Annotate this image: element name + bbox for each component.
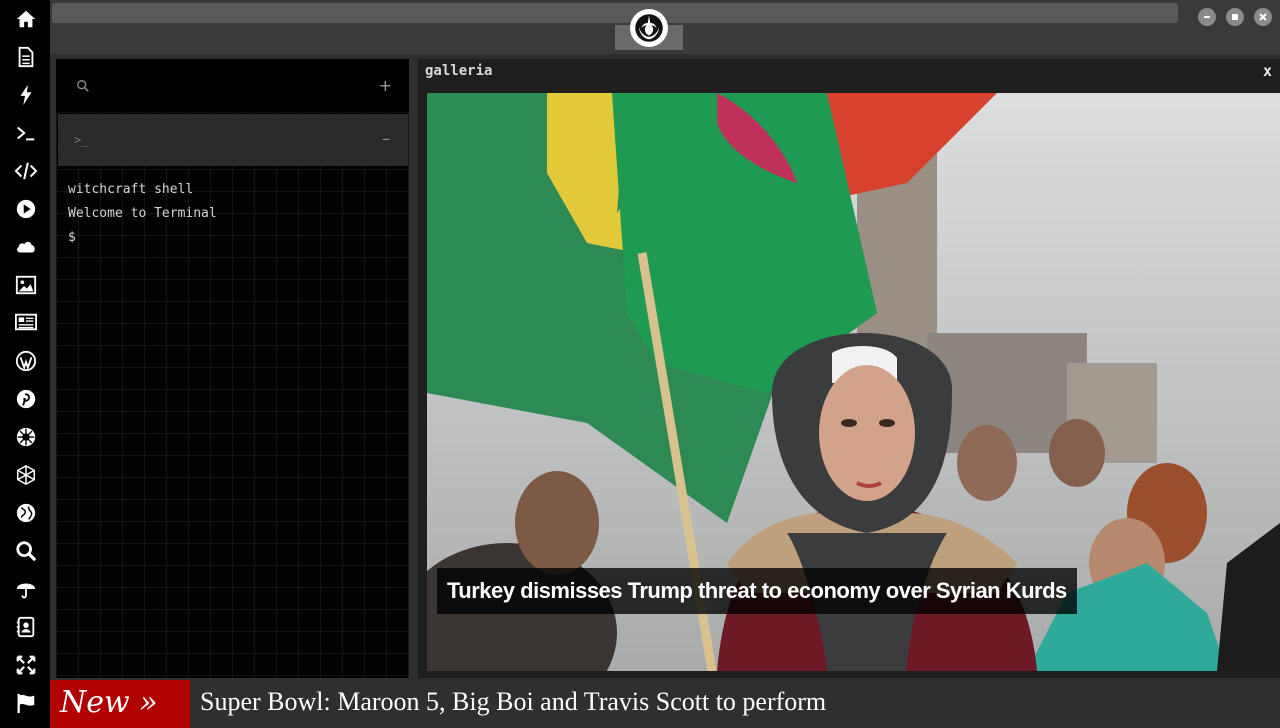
minimize-button[interactable]	[1198, 8, 1216, 26]
ticker-headline[interactable]: Super Bowl: Maroon 5, Big Boi and Travis…	[200, 680, 826, 724]
gallery-panel: galleria x Turkey dismisses Trump threat…	[418, 59, 1280, 678]
close-window-button[interactable]	[1254, 8, 1272, 26]
pinterest-icon[interactable]	[13, 386, 39, 412]
gallery-title: galleria	[425, 63, 493, 79]
play-icon[interactable]	[13, 196, 39, 222]
terminal-session-tab[interactable]: >_ –	[58, 114, 408, 166]
search-icon[interactable]	[13, 538, 39, 564]
umbrella-icon[interactable]	[13, 576, 39, 602]
cloud-icon[interactable]	[13, 234, 39, 260]
rebel-alliance-icon[interactable]	[630, 9, 668, 47]
newspaper-icon[interactable]	[13, 309, 39, 335]
home-icon[interactable]	[13, 6, 39, 32]
terminal-output[interactable]: witchcraft shell Welcome to Terminal $	[68, 178, 217, 250]
image-icon[interactable]	[13, 272, 39, 298]
close-session-button[interactable]: –	[382, 129, 390, 148]
address-bar[interactable]	[52, 3, 1178, 23]
fullscreen-icon[interactable]	[13, 652, 39, 678]
galactic-empire-icon[interactable]	[13, 424, 39, 450]
terminal-line: Welcome to Terminal	[68, 206, 217, 221]
wordpress-icon[interactable]	[13, 348, 39, 374]
news-photo[interactable]: Turkey dismisses Trump threat to economy…	[427, 93, 1280, 671]
code-icon[interactable]	[13, 158, 39, 184]
top-bar	[50, 0, 1280, 54]
prompt-icon: >_	[74, 133, 89, 147]
ticker-new-badge: New »	[50, 680, 190, 728]
gallery-close-button[interactable]: x	[1263, 62, 1272, 80]
app-sidebar	[0, 0, 50, 728]
photo-caption[interactable]: Turkey dismisses Trump threat to economy…	[437, 568, 1077, 614]
contacts-icon[interactable]	[13, 614, 39, 640]
bolt-icon[interactable]	[13, 82, 39, 108]
terminal-panel: + >_ – witchcraft shell Welcome to Termi…	[56, 59, 409, 678]
terminal-prompt: $	[68, 230, 76, 245]
new-session-button[interactable]: +	[379, 76, 392, 95]
terminal-search-bar[interactable]: +	[56, 59, 409, 113]
globe-icon[interactable]	[13, 500, 39, 526]
news-ticker: New » Super Bowl: Maroon 5, Big Boi and …	[50, 680, 1280, 728]
terminal-icon[interactable]	[13, 120, 39, 146]
search-icon[interactable]	[76, 79, 90, 93]
hexagon-network-icon[interactable]	[13, 462, 39, 488]
flag-icon[interactable]	[13, 690, 39, 716]
maximize-button[interactable]	[1226, 8, 1244, 26]
document-icon[interactable]	[13, 44, 39, 70]
terminal-line: witchcraft shell	[68, 182, 194, 197]
